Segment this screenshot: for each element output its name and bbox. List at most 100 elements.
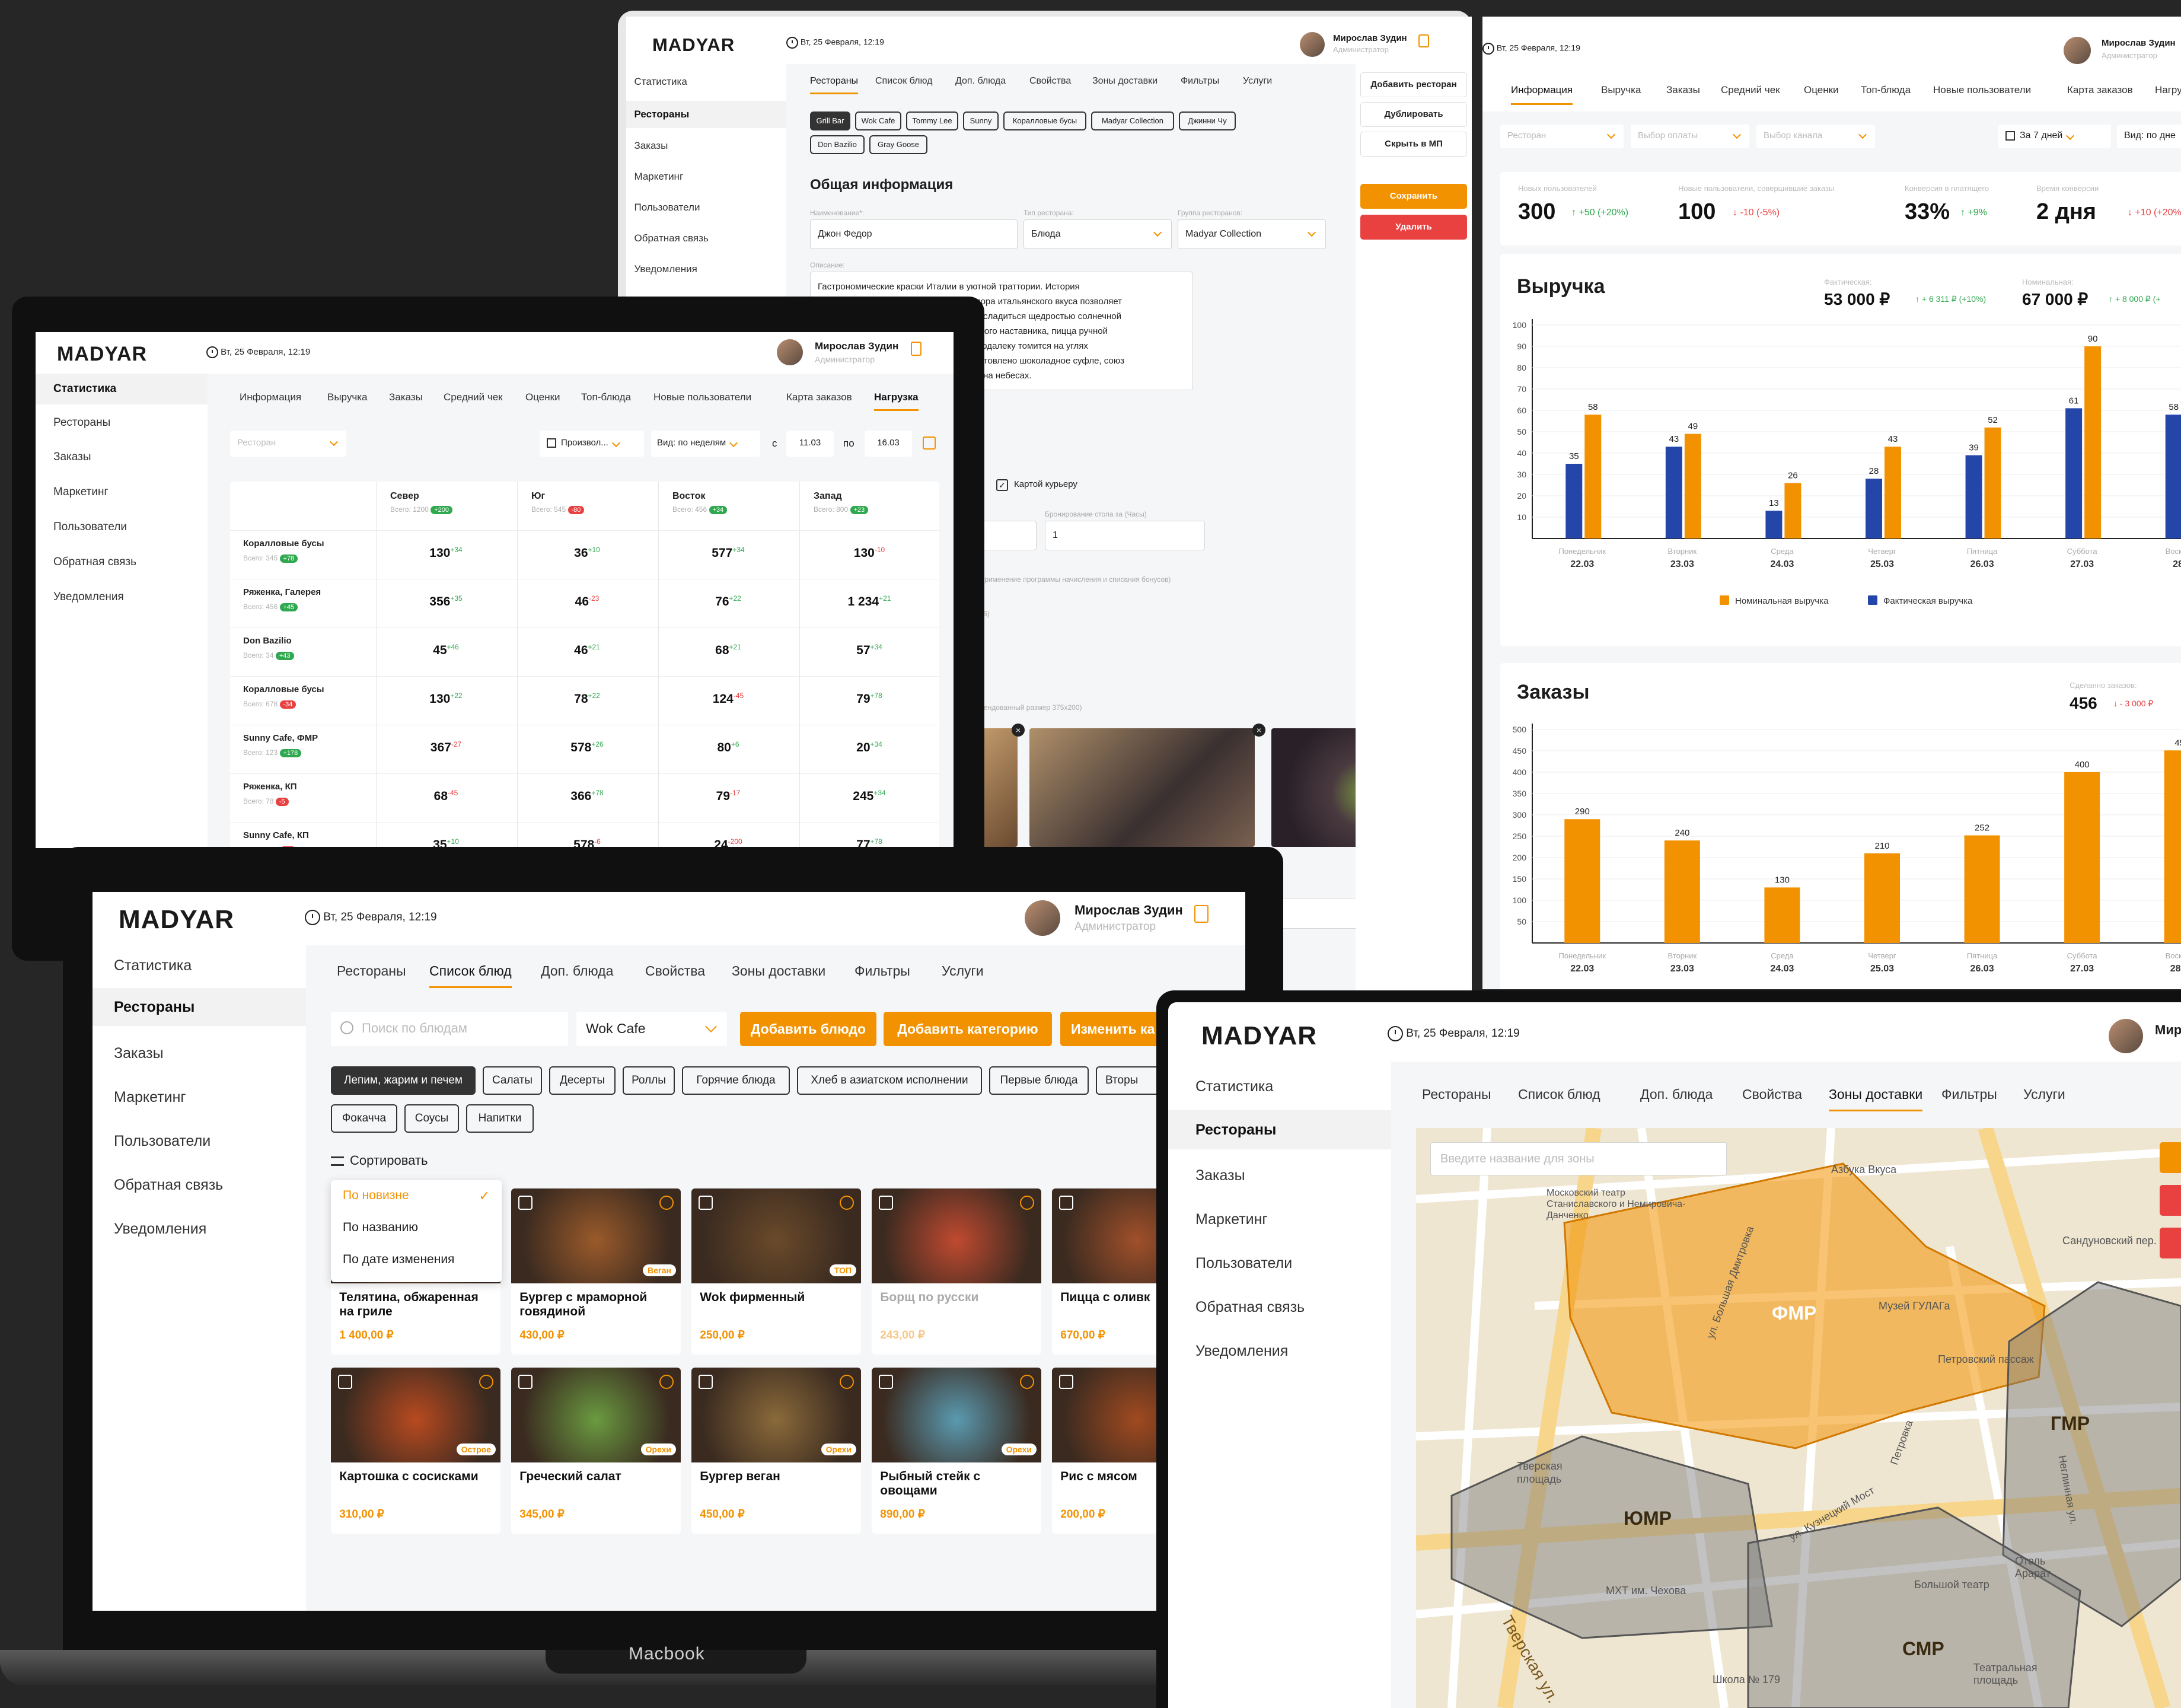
sidebar-item-marketing[interactable]: Маркетинг xyxy=(36,486,208,499)
tab-services[interactable]: Услуги xyxy=(2023,1086,2065,1102)
dish-card[interactable]: Орехи Бургер веган 450,00 ₽ xyxy=(691,1368,861,1534)
sidebar-item-marketing[interactable]: Маркетинг xyxy=(93,1089,306,1106)
sort-option[interactable]: По новизне xyxy=(343,1188,409,1203)
tab-extra[interactable]: Доп. блюда xyxy=(955,76,1006,87)
map-button[interactable] xyxy=(2160,1142,2181,1173)
avatar[interactable] xyxy=(2109,1019,2143,1053)
sidebar-item-notifications[interactable]: Уведомления xyxy=(626,263,786,275)
edit-icon[interactable] xyxy=(840,1196,854,1210)
category-chip[interactable]: Напитки xyxy=(466,1104,534,1133)
tab-avg-check[interactable]: Средний чек xyxy=(1721,84,1780,96)
select-checkbox[interactable] xyxy=(518,1196,533,1210)
photo-thumb[interactable] xyxy=(1029,728,1255,847)
restaurant-chip[interactable]: Gray Goose xyxy=(869,135,927,154)
calendar-icon[interactable] xyxy=(923,436,936,450)
tab-services[interactable]: Услуги xyxy=(1243,76,1272,87)
restaurant-chip[interactable]: Джинни Чу xyxy=(1179,111,1236,130)
category-chip[interactable]: Соусы xyxy=(404,1104,459,1133)
sort-option[interactable]: По дате изменения xyxy=(343,1253,454,1267)
select-checkbox[interactable] xyxy=(1059,1196,1073,1210)
tab-load[interactable]: Нагрузка xyxy=(2155,84,2181,96)
booking-input[interactable]: 1 xyxy=(1045,521,1205,550)
restaurant-chip[interactable]: Sunny xyxy=(963,111,999,130)
category-chip[interactable]: Лепим, жарим и печем xyxy=(331,1066,476,1095)
sort-option[interactable]: По названию xyxy=(343,1221,418,1235)
select-checkbox[interactable] xyxy=(879,1196,893,1210)
tab-properties[interactable]: Свойства xyxy=(645,963,705,979)
edit-icon[interactable] xyxy=(1020,1196,1034,1210)
add-restaurant-button[interactable]: Добавить ресторан xyxy=(1360,72,1467,97)
tab-new-users[interactable]: Новые пользователи xyxy=(1933,84,2031,96)
map-button[interactable] xyxy=(2160,1185,2181,1216)
dish-card[interactable]: Орехи Рыбный стейк с овощами 890,00 ₽ xyxy=(872,1368,1041,1534)
tab-revenue[interactable]: Выручка xyxy=(327,391,367,403)
tab-revenue[interactable]: Выручка xyxy=(1601,84,1641,96)
save-button[interactable]: Сохранить xyxy=(1360,184,1467,209)
channel-filter[interactable]: Выбор канала xyxy=(1756,125,1875,148)
add-dish-button[interactable]: Добавить блюдо xyxy=(740,1012,876,1046)
category-chip[interactable]: Роллы xyxy=(623,1066,675,1095)
type-select[interactable]: Блюда xyxy=(1023,219,1172,249)
sidebar-item-feedback[interactable]: Обратная связь xyxy=(93,1177,306,1194)
dish-card[interactable]: Острое Картошка с сосисками 310,00 ₽ xyxy=(331,1368,500,1534)
edit-icon[interactable] xyxy=(479,1375,493,1389)
sidebar-item-marketing[interactable]: Маркетинг xyxy=(1168,1211,1391,1228)
tab-dishes[interactable]: Список блюд xyxy=(1518,1086,1600,1102)
sidebar-item-orders[interactable]: Заказы xyxy=(93,1045,306,1062)
period-select[interactable]: За 7 дней xyxy=(1998,125,2111,148)
restaurant-filter[interactable]: Ресторан xyxy=(230,431,346,457)
tab-zones[interactable]: Зоны доставки xyxy=(1092,76,1158,87)
category-chip[interactable]: Фокачча xyxy=(331,1104,397,1133)
tab-load[interactable]: Нагрузка xyxy=(874,391,919,411)
edit-icon[interactable] xyxy=(659,1196,674,1210)
date-from[interactable]: 11.03 xyxy=(786,431,834,457)
sidebar-item-notifications[interactable]: Уведомления xyxy=(36,591,208,604)
restaurant-chip[interactable]: Коралловые бусы xyxy=(1003,111,1086,130)
view-select[interactable]: Вид: по дне xyxy=(2117,125,2181,148)
edit-icon[interactable] xyxy=(840,1375,854,1389)
sidebar-item-restaurants[interactable]: Рестораны xyxy=(1168,1110,1391,1149)
category-chip[interactable]: Десерты xyxy=(549,1066,616,1095)
sidebar-item-users[interactable]: Пользователи xyxy=(1168,1255,1391,1272)
group-select[interactable]: Madyar Collection xyxy=(1178,219,1326,249)
tab-extra[interactable]: Доп. блюда xyxy=(1640,1086,1713,1102)
date-to[interactable]: 16.03 xyxy=(865,431,912,457)
restaurant-chip[interactable]: Grill Bar xyxy=(810,111,850,130)
tab-orders[interactable]: Заказы xyxy=(1666,84,1700,96)
category-chip[interactable]: Хлеб в азиатском исполнении xyxy=(797,1066,982,1095)
sidebar-item-orders[interactable]: Заказы xyxy=(1168,1167,1391,1184)
hide-button[interactable]: Скрыть в МП xyxy=(1360,132,1467,157)
category-chip[interactable]: Салаты xyxy=(483,1066,542,1095)
avatar[interactable] xyxy=(777,339,803,365)
restaurant-chip[interactable]: Wok Cafe xyxy=(855,111,901,130)
dish-card[interactable]: Борщ по русски 243,00 ₽ xyxy=(872,1188,1041,1355)
add-category-button[interactable]: Добавить категорию xyxy=(884,1012,1052,1046)
sidebar-item-users[interactable]: Пользователи xyxy=(626,202,786,214)
sidebar-item-restaurants[interactable]: Рестораны xyxy=(36,416,208,429)
tab-top-dishes[interactable]: Топ-блюда xyxy=(581,391,631,403)
select-checkbox[interactable] xyxy=(1059,1375,1073,1389)
tab-orders-map[interactable]: Карта заказов xyxy=(786,391,852,403)
tab-restaurants[interactable]: Рестораны xyxy=(337,963,406,979)
dish-card[interactable]: ТОП Wok фирменный 250,00 ₽ xyxy=(691,1188,861,1355)
sidebar-item-users[interactable]: Пользователи xyxy=(93,1133,306,1150)
tab-top-dishes[interactable]: Топ-блюда xyxy=(1861,84,1911,96)
tab-dishes[interactable]: Список блюд xyxy=(875,76,932,87)
sidebar-item-stats[interactable]: Статистика xyxy=(93,957,306,974)
tab-filters[interactable]: Фильтры xyxy=(854,963,910,979)
sort-control[interactable]: Сортировать xyxy=(331,1153,428,1168)
sidebar-item-restaurants[interactable]: Рестораны xyxy=(93,988,306,1026)
sidebar-item-restaurants[interactable]: Рестораны xyxy=(626,101,786,128)
sidebar-item-orders[interactable]: Заказы xyxy=(626,140,786,152)
name-input[interactable]: Джон Федор xyxy=(810,219,1018,249)
tab-properties[interactable]: Свойства xyxy=(1742,1086,1802,1102)
select-checkbox[interactable] xyxy=(518,1375,533,1389)
close-icon[interactable]: × xyxy=(1252,724,1265,737)
select-checkbox[interactable] xyxy=(699,1375,713,1389)
sidebar-item-notifications[interactable]: Уведомления xyxy=(1168,1343,1391,1360)
tab-zones[interactable]: Зоны доставки xyxy=(1829,1086,1923,1111)
tab-filters[interactable]: Фильтры xyxy=(1941,1086,1997,1102)
tab-properties[interactable]: Свойства xyxy=(1029,76,1071,87)
edit-icon[interactable] xyxy=(659,1375,674,1389)
select-checkbox[interactable] xyxy=(879,1375,893,1389)
